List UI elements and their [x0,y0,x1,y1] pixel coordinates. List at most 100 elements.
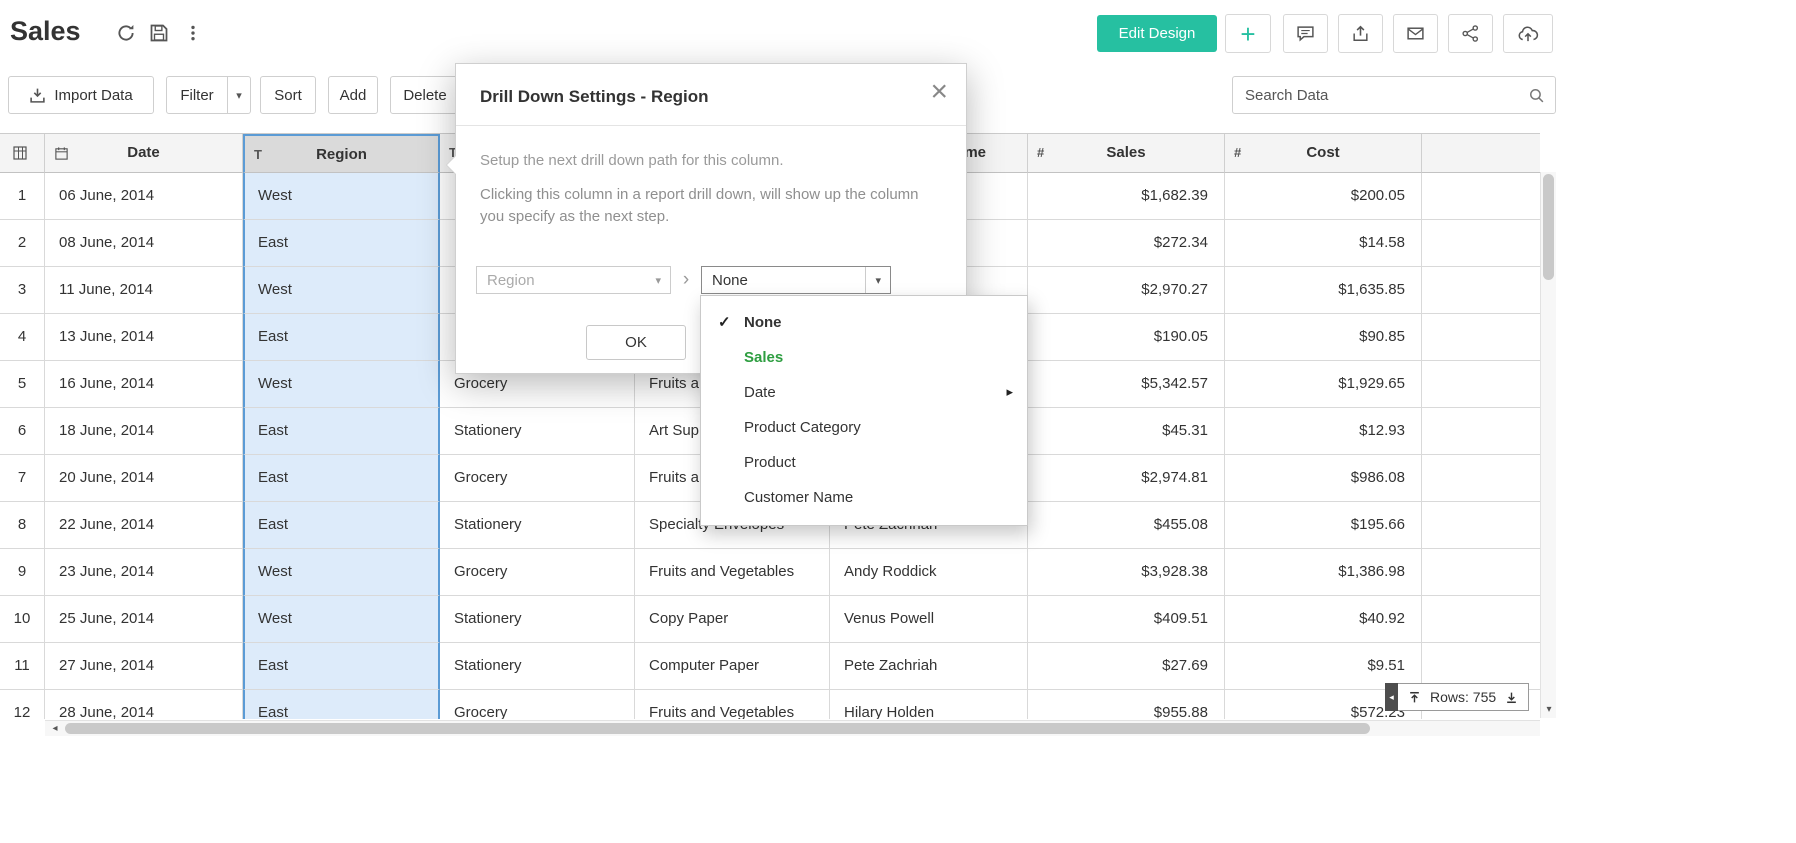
sales-cell[interactable]: $2,974.81 [1028,455,1225,502]
region-cell[interactable]: West [243,596,440,643]
date-cell[interactable]: 22 June, 2014 [45,502,243,549]
region-cell[interactable]: East [243,314,440,361]
sales-cell[interactable]: $5,342.57 [1028,361,1225,408]
date-cell[interactable]: 16 June, 2014 [45,361,243,408]
save-button[interactable] [149,22,171,44]
customer-name-cell[interactable]: Andy Roddick [830,549,1028,596]
filter-button[interactable]: Filter [166,76,228,114]
region-cell[interactable]: East [243,455,440,502]
sales-cell[interactable]: $45.31 [1028,408,1225,455]
region-cell[interactable]: East [243,643,440,690]
publish-button[interactable] [1503,14,1553,53]
sales-cell[interactable]: $27.69 [1028,643,1225,690]
header-region[interactable]: T Region [243,134,440,173]
refresh-button[interactable] [116,22,138,44]
sort-button[interactable]: Sort [260,76,316,114]
row-number-cell[interactable]: 3 [0,267,45,314]
vertical-scrollbar[interactable]: ▾ [1540,172,1556,718]
menu-item-product-category[interactable]: Product Category [701,410,1027,445]
add-new-button[interactable]: + [1225,14,1271,53]
cost-cell[interactable]: $1,929.65 [1225,361,1422,408]
row-number-cell[interactable]: 8 [0,502,45,549]
date-cell[interactable]: 28 June, 2014 [45,690,243,719]
region-cell[interactable]: East [243,690,440,719]
export-button[interactable] [1338,14,1383,53]
horizontal-scrollbar-thumb[interactable] [65,723,1370,734]
row-number-cell[interactable]: 12 [0,690,45,719]
row-number-cell[interactable]: 10 [0,596,45,643]
product-category-cell[interactable]: Stationery [440,643,635,690]
customer-name-cell[interactable]: Pete Zachriah [830,643,1028,690]
region-cell[interactable]: East [243,220,440,267]
close-button[interactable]: × [930,77,948,107]
menu-item-none[interactable]: ✓None [701,305,1027,340]
date-cell[interactable]: 11 June, 2014 [45,267,243,314]
date-cell[interactable]: 27 June, 2014 [45,643,243,690]
cost-cell[interactable]: $1,386.98 [1225,549,1422,596]
row-number-cell[interactable]: 6 [0,408,45,455]
cost-cell[interactable]: $986.08 [1225,455,1422,502]
region-cell[interactable]: West [243,173,440,220]
edit-design-button[interactable]: Edit Design [1097,15,1217,52]
sales-cell[interactable]: $955.88 [1028,690,1225,719]
customer-name-cell[interactable]: Venus Powell [830,596,1028,643]
product-cell[interactable]: Fruits and Vegetables [635,690,830,719]
date-cell[interactable]: 25 June, 2014 [45,596,243,643]
date-cell[interactable]: 23 June, 2014 [45,549,243,596]
menu-item-customer-name[interactable]: Customer Name [701,480,1027,515]
menu-item-date[interactable]: Date▸ [701,375,1027,410]
date-cell[interactable]: 08 June, 2014 [45,220,243,267]
product-category-cell[interactable]: Grocery [440,690,635,719]
scroll-left-arrow-icon[interactable]: ◂ [47,721,63,737]
filter-dropdown-arrow[interactable]: ▾ [228,76,251,114]
menu-item-sales[interactable]: Sales [701,340,1027,375]
delete-button[interactable]: Delete [390,76,460,114]
product-cell[interactable]: Fruits and Vegetables [635,549,830,596]
row-number-cell[interactable]: 7 [0,455,45,502]
cost-cell[interactable]: $90.85 [1225,314,1422,361]
next-column-select[interactable]: None ▾ [701,266,891,294]
region-cell[interactable]: West [243,361,440,408]
region-cell[interactable]: East [243,408,440,455]
customer-name-cell[interactable]: Hilary Holden [830,690,1028,719]
cost-cell[interactable]: $195.66 [1225,502,1422,549]
date-cell[interactable]: 18 June, 2014 [45,408,243,455]
badge-collapse-tab[interactable]: ◂ [1385,683,1398,711]
sales-cell[interactable]: $409.51 [1028,596,1225,643]
header-row-number[interactable] [0,134,45,173]
cost-cell[interactable]: $200.05 [1225,173,1422,220]
header-sales[interactable]: # Sales [1028,134,1225,173]
row-number-cell[interactable]: 4 [0,314,45,361]
date-cell[interactable]: 06 June, 2014 [45,173,243,220]
date-cell[interactable]: 13 June, 2014 [45,314,243,361]
search-input[interactable] [1233,87,1528,104]
sales-cell[interactable]: $272.34 [1028,220,1225,267]
sales-cell[interactable]: $2,970.27 [1028,267,1225,314]
sales-cell[interactable]: $1,682.39 [1028,173,1225,220]
product-category-cell[interactable]: Stationery [440,596,635,643]
row-number-cell[interactable]: 11 [0,643,45,690]
product-cell[interactable]: Computer Paper [635,643,830,690]
share-button[interactable] [1448,14,1493,53]
vertical-scrollbar-thumb[interactable] [1543,174,1554,280]
row-number-cell[interactable]: 5 [0,361,45,408]
scroll-to-bottom-icon[interactable] [1505,691,1518,704]
cost-cell[interactable]: $14.58 [1225,220,1422,267]
header-date[interactable]: Date [45,134,243,173]
row-number-cell[interactable]: 2 [0,220,45,267]
cost-cell[interactable]: $40.92 [1225,596,1422,643]
region-cell[interactable]: West [243,549,440,596]
region-cell[interactable]: West [243,267,440,314]
scroll-to-top-icon[interactable] [1408,691,1421,704]
product-category-cell[interactable]: Stationery [440,502,635,549]
row-number-cell[interactable]: 9 [0,549,45,596]
product-cell[interactable]: Copy Paper [635,596,830,643]
header-cost[interactable]: # Cost [1225,134,1422,173]
add-button[interactable]: Add [328,76,378,114]
product-category-cell[interactable]: Stationery [440,408,635,455]
menu-item-product[interactable]: Product [701,445,1027,480]
import-data-button[interactable]: Import Data [8,76,154,114]
cost-cell[interactable]: $1,635.85 [1225,267,1422,314]
row-number-cell[interactable]: 1 [0,173,45,220]
more-options-button[interactable] [184,22,206,44]
